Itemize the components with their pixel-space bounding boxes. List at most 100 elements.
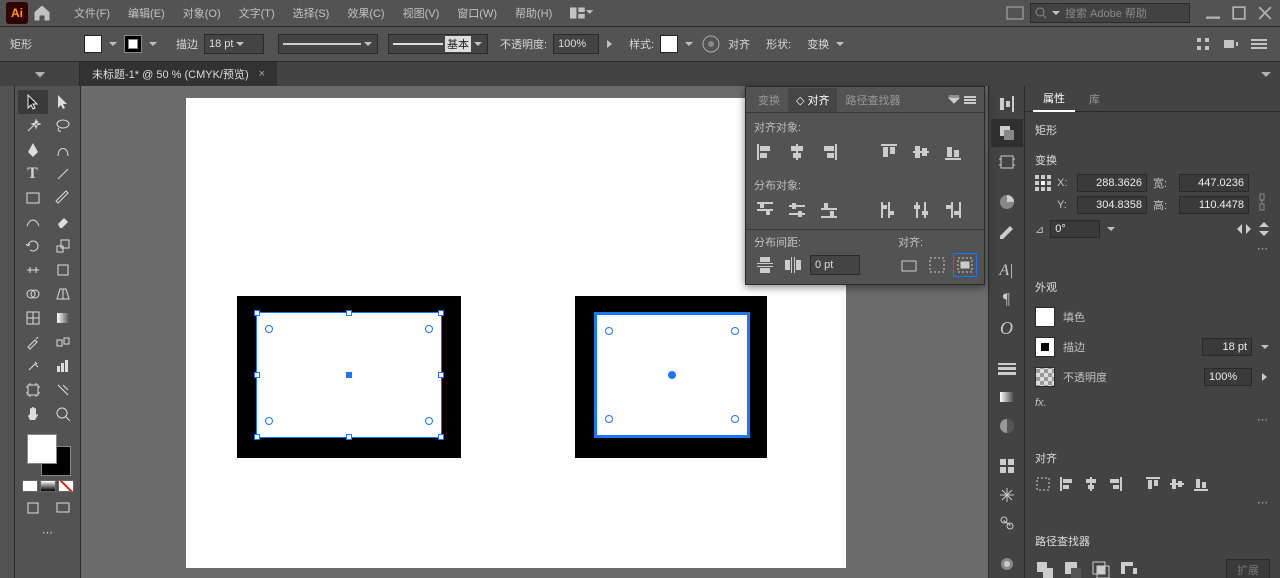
align-bottom-icon[interactable] [942,141,964,163]
align-to-key-icon[interactable] [926,254,948,276]
dist-bottom-icon[interactable] [818,199,840,221]
eraser-tool-icon[interactable] [48,210,78,234]
transform-dd-icon[interactable] [835,39,845,49]
align-vcenter-icon[interactable] [1169,476,1185,492]
gradient-tool-icon[interactable] [48,306,78,330]
object-blue-rect[interactable] [594,312,750,438]
screen-mode-icon[interactable] [48,496,78,520]
rectangle-tool-icon[interactable] [18,186,48,210]
link-wh-icon[interactable] [1256,192,1268,212]
dist-right-icon[interactable] [942,199,964,221]
prefs-icon[interactable] [1248,33,1270,55]
h-field[interactable]: 110.4478 [1179,196,1249,214]
panel-stroke-icon[interactable] [991,354,1023,383]
panel-pathfinder-icon[interactable] [991,119,1023,148]
column-graph-tool-icon[interactable] [48,354,78,378]
stroke-swatch-dd-icon[interactable] [148,39,158,49]
align-hcenter-icon[interactable] [786,141,808,163]
panel-graphic-styles-icon[interactable] [991,480,1023,509]
style-dd-icon[interactable] [684,39,694,49]
align-right-icon[interactable] [1107,476,1123,492]
panels-collapse-icon[interactable] [1260,70,1280,78]
maximize-icon[interactable] [1230,6,1248,20]
transform-label[interactable]: 变换 [807,36,829,52]
opacity-swatch-prop[interactable] [1035,367,1055,387]
angle-dd-icon[interactable] [1106,224,1116,234]
dist-hspace-icon[interactable] [782,254,804,276]
angle-field[interactable]: 0° [1050,220,1100,238]
dist-vspace-icon[interactable] [754,254,776,276]
transform-more-icon[interactable]: ⋯ [1257,242,1270,255]
opacity-label-prop[interactable]: 不透明度 [1063,369,1107,385]
opacity-field-prop[interactable]: 100% [1204,368,1252,386]
stroke-label[interactable]: 描边 [176,36,198,52]
shaper-tool-icon[interactable] [18,210,48,234]
stroke-weight-prop[interactable]: 18 pt [1202,338,1252,356]
tab-transform[interactable]: 变换 [750,88,788,112]
mesh-tool-icon[interactable] [18,306,48,330]
x-field[interactable]: 288.3626 [1077,174,1147,192]
rotate-tool-icon[interactable] [18,234,48,258]
dist-left-icon[interactable] [878,199,900,221]
tab-properties[interactable]: 属性 [1033,86,1075,112]
tab-pathfinder[interactable]: 路径查找器 [837,88,908,112]
stroke-label-prop[interactable]: 描边 [1063,339,1085,355]
menu-view[interactable]: 视图(V) [395,2,448,24]
brush-field[interactable]: 基本 [388,34,488,54]
panel-align-icon[interactable] [991,90,1023,119]
menu-file[interactable]: 文件(F) [66,2,118,24]
flip-v-icon[interactable] [1258,221,1270,237]
document-close-icon[interactable]: × [259,68,265,80]
fill-color-icon[interactable] [27,434,57,464]
opacity-field[interactable]: 100% [553,34,599,54]
panel-swatches-icon[interactable] [991,216,1023,245]
menu-effect[interactable]: 效果(C) [339,2,392,24]
align-left-icon[interactable] [754,141,776,163]
panel-transparency-icon[interactable] [991,411,1023,440]
home-icon[interactable] [32,3,52,23]
close-icon[interactable] [1256,6,1274,20]
direct-selection-tool-icon[interactable] [48,90,78,114]
dist-top-icon[interactable] [754,199,776,221]
menu-help[interactable]: 帮助(H) [507,2,560,24]
align-right-icon[interactable] [818,141,840,163]
menu-edit[interactable]: 编辑(E) [120,2,173,24]
fx-button[interactable]: fx. [1035,397,1047,409]
y-field[interactable]: 304.8358 [1077,196,1147,214]
color-mode-icon[interactable] [22,480,38,492]
width-tool-icon[interactable] [18,258,48,282]
stroke-swatch-prop[interactable] [1035,337,1055,357]
toolbar-collapse-icon[interactable] [0,62,80,86]
panel-appearance-icon[interactable] [991,452,1023,481]
selection-frame-1[interactable] [256,312,442,438]
artboard-tool-icon[interactable] [18,378,48,402]
opacity-more-icon[interactable] [605,39,615,49]
align-left-icon[interactable] [1059,476,1075,492]
tab-libraries[interactable]: 库 [1079,87,1110,111]
panel-menu-icon[interactable] [964,95,976,105]
align-bottom-icon[interactable] [1193,476,1209,492]
zoom-tool-icon[interactable] [48,402,78,426]
draw-normal-icon[interactable] [18,496,48,520]
paintbrush-tool-icon[interactable] [48,186,78,210]
hand-tool-icon[interactable] [18,402,48,426]
minimize-icon[interactable] [1204,6,1222,20]
free-transform-tool-icon[interactable] [48,258,78,282]
none-mode-icon[interactable] [58,480,74,492]
pf-exclude-icon[interactable] [1119,560,1139,578]
stroke-weight-dd-icon[interactable] [1260,342,1270,352]
slice-tool-icon[interactable] [48,378,78,402]
share-icon[interactable] [1006,6,1024,20]
edit-mask-icon[interactable] [1220,33,1242,55]
dist-vcenter-icon[interactable] [786,199,808,221]
panel-color-icon[interactable] [991,188,1023,217]
fill-swatch[interactable] [84,35,102,53]
shape-builder-tool-icon[interactable] [18,282,48,306]
pf-unite-icon[interactable] [1035,560,1055,578]
lasso-tool-icon[interactable] [48,114,78,138]
stroke-weight-field[interactable]: 18 pt [204,34,264,54]
appearance-more-icon[interactable]: ⋯ [1257,413,1270,426]
line-tool-icon[interactable] [48,162,78,186]
menu-type[interactable]: 文字(T) [231,2,283,24]
fill-stroke-swatch[interactable] [23,432,73,476]
